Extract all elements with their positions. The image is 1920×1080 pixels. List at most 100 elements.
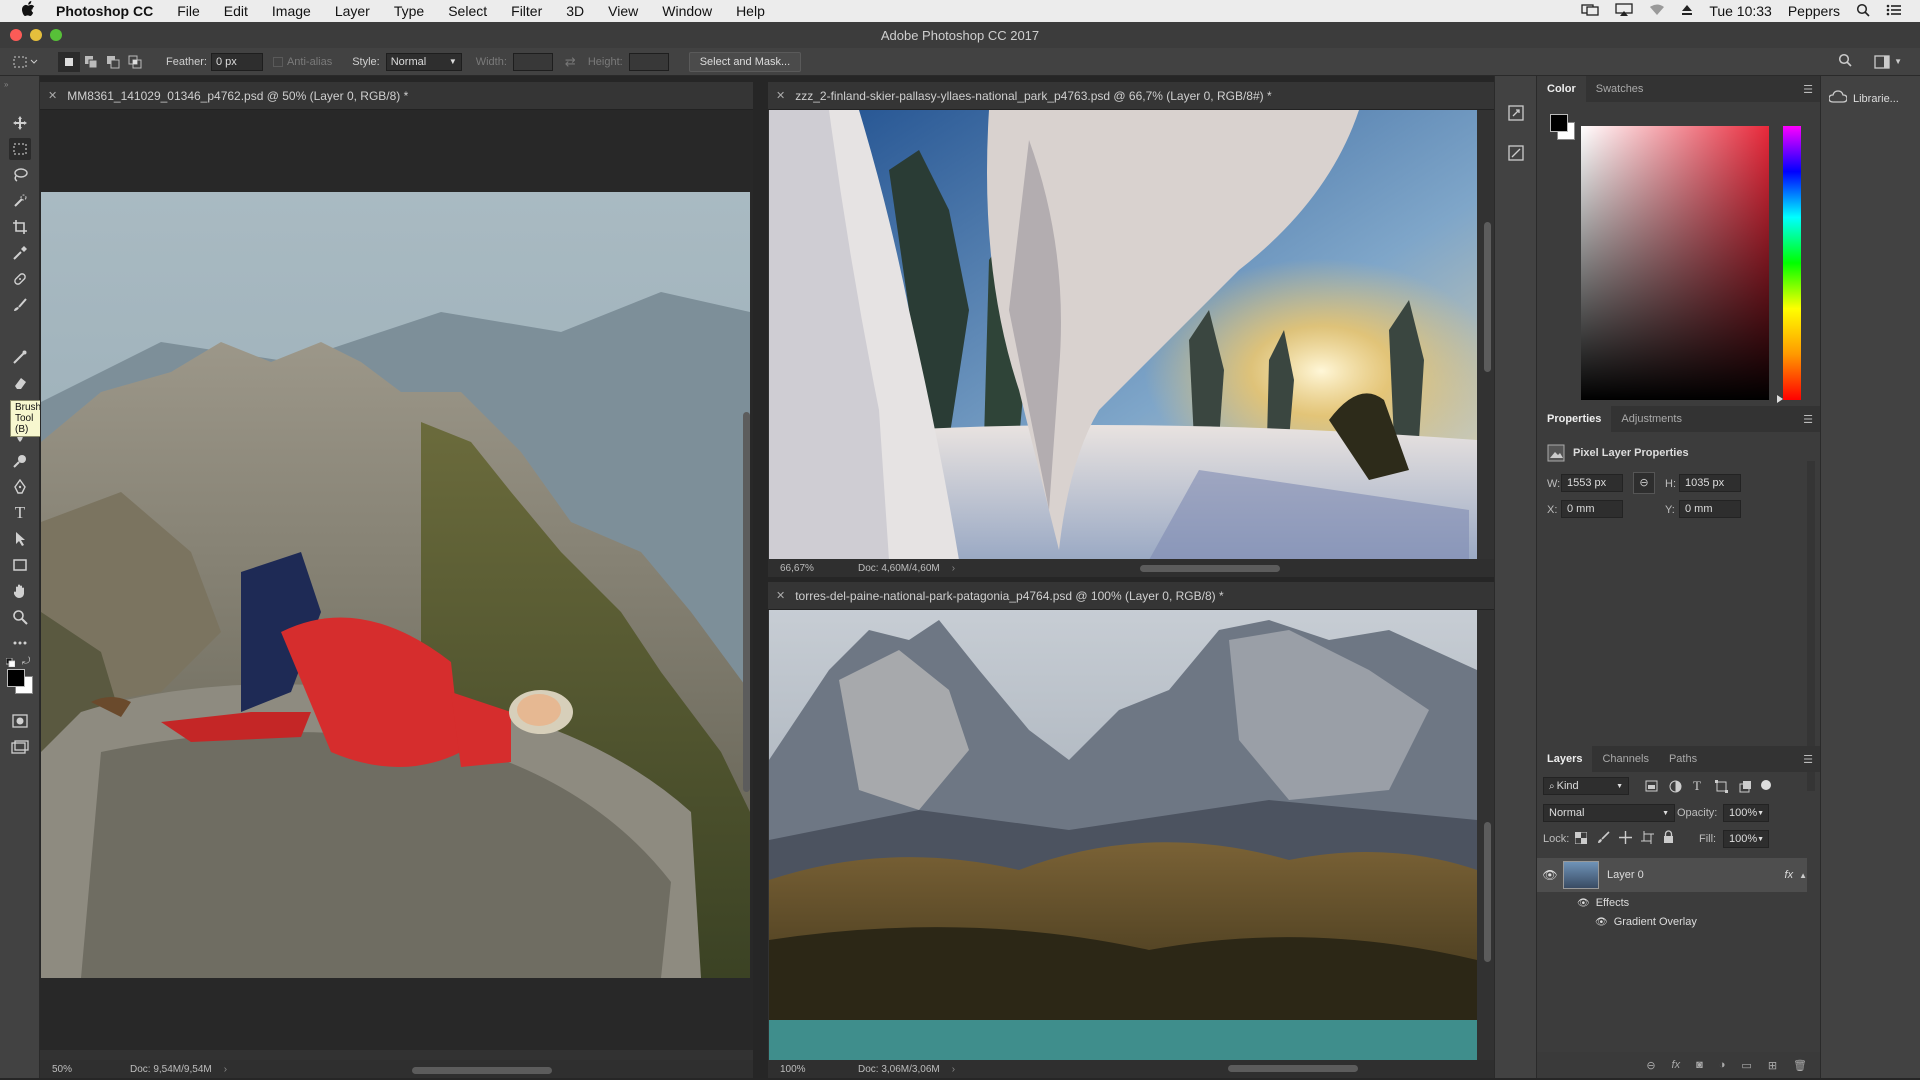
- new-group-icon[interactable]: ▭: [1741, 1059, 1751, 1072]
- filter-shape-icon[interactable]: [1715, 780, 1728, 796]
- display-mirror-icon[interactable]: [1581, 3, 1599, 20]
- apple-menu-icon[interactable]: [18, 1, 38, 21]
- zoom-window-button[interactable]: [50, 29, 62, 41]
- lock-artboard-icon[interactable]: [1641, 831, 1654, 847]
- status-menu-arrow-icon[interactable]: ›: [940, 563, 955, 574]
- hue-slider-handle-icon[interactable]: [1777, 395, 1783, 403]
- hand-tool-icon[interactable]: [9, 580, 31, 602]
- vertical-scrollbar[interactable]: [1484, 222, 1491, 372]
- tab-properties[interactable]: Properties: [1537, 406, 1612, 432]
- menu-select[interactable]: Select: [436, 3, 499, 19]
- horizontal-scrollbar[interactable]: [412, 1067, 552, 1074]
- add-to-selection-icon[interactable]: [80, 52, 102, 72]
- horizontal-scrollbar[interactable]: [1228, 1065, 1358, 1072]
- menu-help[interactable]: Help: [724, 3, 777, 19]
- select-and-mask-button[interactable]: Select and Mask...: [688, 51, 802, 72]
- width-input[interactable]: [512, 52, 553, 71]
- hue-slider[interactable]: [1783, 126, 1801, 400]
- document-tab-3[interactable]: ✕ torres-del-paine-national-park-patagon…: [768, 582, 1494, 610]
- canvas-image-snow-skier[interactable]: [769, 110, 1477, 560]
- filter-pixel-icon[interactable]: [1645, 780, 1658, 795]
- wifi-icon[interactable]: [1649, 3, 1665, 19]
- tab-layers[interactable]: Layers: [1537, 746, 1593, 772]
- layer-x-input[interactable]: 0 mm: [1561, 500, 1623, 518]
- menu-3d[interactable]: 3D: [554, 3, 596, 19]
- document-window-2[interactable]: ✕ zzz_2-finland-skier-pallasy-yllaes-nat…: [768, 82, 1494, 577]
- layer-effect-item[interactable]: 👁 Gradient Overlay: [1537, 913, 1807, 931]
- clone-stamp-tool-icon[interactable]: [9, 346, 31, 368]
- blend-mode-select[interactable]: Normal ▼: [1543, 804, 1675, 822]
- zoom-level[interactable]: 100%: [768, 1064, 858, 1075]
- panel-menu-icon[interactable]: ☰: [1803, 753, 1813, 766]
- tool-preset-picker[interactable]: [8, 52, 44, 72]
- lasso-tool-icon[interactable]: [9, 164, 31, 186]
- tab-paths[interactable]: Paths: [1659, 746, 1707, 772]
- menu-view[interactable]: View: [596, 3, 650, 19]
- layer-y-input[interactable]: 0 mm: [1679, 500, 1741, 518]
- properties-panel-icon[interactable]: [1507, 144, 1525, 165]
- close-document-icon[interactable]: ✕: [48, 89, 57, 102]
- default-colors-icon[interactable]: [5, 657, 16, 668]
- panel-menu-icon[interactable]: ☰: [1803, 413, 1813, 426]
- user-name[interactable]: Peppers: [1788, 3, 1840, 19]
- layer-name[interactable]: Layer 0: [1607, 869, 1644, 881]
- eject-icon[interactable]: [1681, 3, 1693, 19]
- status-menu-arrow-icon[interactable]: ›: [940, 1064, 955, 1075]
- new-fill-adjustment-layer-icon[interactable]: ◑: [1719, 1059, 1726, 1071]
- tools-panel-grip[interactable]: »: [4, 80, 8, 89]
- effect-visibility-eye-icon[interactable]: 👁: [1595, 917, 1608, 928]
- layer-height-input[interactable]: 1035 px: [1679, 474, 1741, 492]
- document-window-1[interactable]: ✕ MM8361_141029_01346_p4762.psd @ 50% (L…: [40, 82, 753, 1078]
- clock[interactable]: Tue 10:33: [1709, 3, 1772, 19]
- foreground-color-swatch[interactable]: [7, 669, 25, 687]
- quick-mask-icon[interactable]: [9, 710, 31, 732]
- panel-menu-icon[interactable]: ☰: [1803, 83, 1813, 96]
- document-window-3[interactable]: ✕ torres-del-paine-national-park-patagon…: [768, 582, 1494, 1078]
- visibility-eye-icon[interactable]: 👁: [1537, 868, 1563, 882]
- link-layers-icon[interactable]: ⊖: [1646, 1059, 1655, 1072]
- swap-colors-icon[interactable]: ⤾: [22, 656, 30, 667]
- canvas-image-patagonia[interactable]: [769, 610, 1477, 1060]
- document-tab-2[interactable]: ✕ zzz_2-finland-skier-pallasy-yllaes-nat…: [768, 82, 1494, 110]
- rectangle-tool-icon[interactable]: [9, 554, 31, 576]
- eyedropper-tool-icon[interactable]: [9, 242, 31, 264]
- anti-alias-checkbox[interactable]: Anti-alias: [272, 56, 332, 68]
- lock-image-pixels-icon[interactable]: [1597, 831, 1610, 847]
- properties-scrollbar[interactable]: [1807, 461, 1815, 791]
- zoom-level[interactable]: 50%: [40, 1064, 130, 1075]
- layer-width-input[interactable]: 1553 px: [1561, 474, 1623, 492]
- zoom-tool-icon[interactable]: [9, 606, 31, 628]
- minimize-window-button[interactable]: [30, 29, 42, 41]
- effects-visibility-eye-icon[interactable]: 👁: [1577, 898, 1590, 909]
- lock-transparent-pixels-icon[interactable]: [1574, 831, 1588, 847]
- document-size[interactable]: Doc: 4,60M/4,60M: [858, 563, 940, 574]
- eraser-tool-icon[interactable]: [9, 372, 31, 394]
- more-tools-icon[interactable]: [9, 632, 31, 654]
- menu-file[interactable]: File: [165, 3, 212, 19]
- pen-tool-icon[interactable]: [9, 476, 31, 498]
- tab-color[interactable]: Color: [1537, 76, 1586, 102]
- libraries-button[interactable]: Librarie...: [1828, 90, 1899, 107]
- rectangular-marquee-tool-icon[interactable]: [9, 138, 31, 160]
- close-document-icon[interactable]: ✕: [776, 589, 785, 602]
- horizontal-scrollbar[interactable]: [1140, 565, 1280, 572]
- airplay-icon[interactable]: [1615, 2, 1633, 20]
- vertical-scrollbar[interactable]: [1484, 822, 1491, 962]
- layer-effects-row[interactable]: 👁 Effects: [1537, 894, 1807, 912]
- search-icon[interactable]: [1838, 53, 1852, 70]
- brush-tool-icon[interactable]: [9, 294, 31, 316]
- zoom-level[interactable]: 66,67%: [768, 563, 858, 574]
- status-menu-arrow-icon[interactable]: ›: [212, 1064, 227, 1075]
- style-select[interactable]: Normal ▼: [385, 52, 462, 71]
- filter-type-icon[interactable]: T: [1693, 778, 1701, 794]
- lock-position-icon[interactable]: [1619, 831, 1632, 847]
- dodge-tool-icon[interactable]: [9, 450, 31, 472]
- add-layer-mask-icon[interactable]: ◙: [1696, 1059, 1703, 1071]
- close-document-icon[interactable]: ✕: [776, 89, 785, 102]
- document-size[interactable]: Doc: 9,54M/9,54M: [130, 1064, 212, 1075]
- delete-layer-icon[interactable]: 🗑: [1793, 1059, 1807, 1072]
- fill-input[interactable]: 100% ▼: [1723, 830, 1769, 848]
- filter-adjustment-icon[interactable]: [1669, 780, 1682, 796]
- history-panel-icon[interactable]: [1507, 104, 1525, 125]
- menu-image[interactable]: Image: [260, 3, 323, 19]
